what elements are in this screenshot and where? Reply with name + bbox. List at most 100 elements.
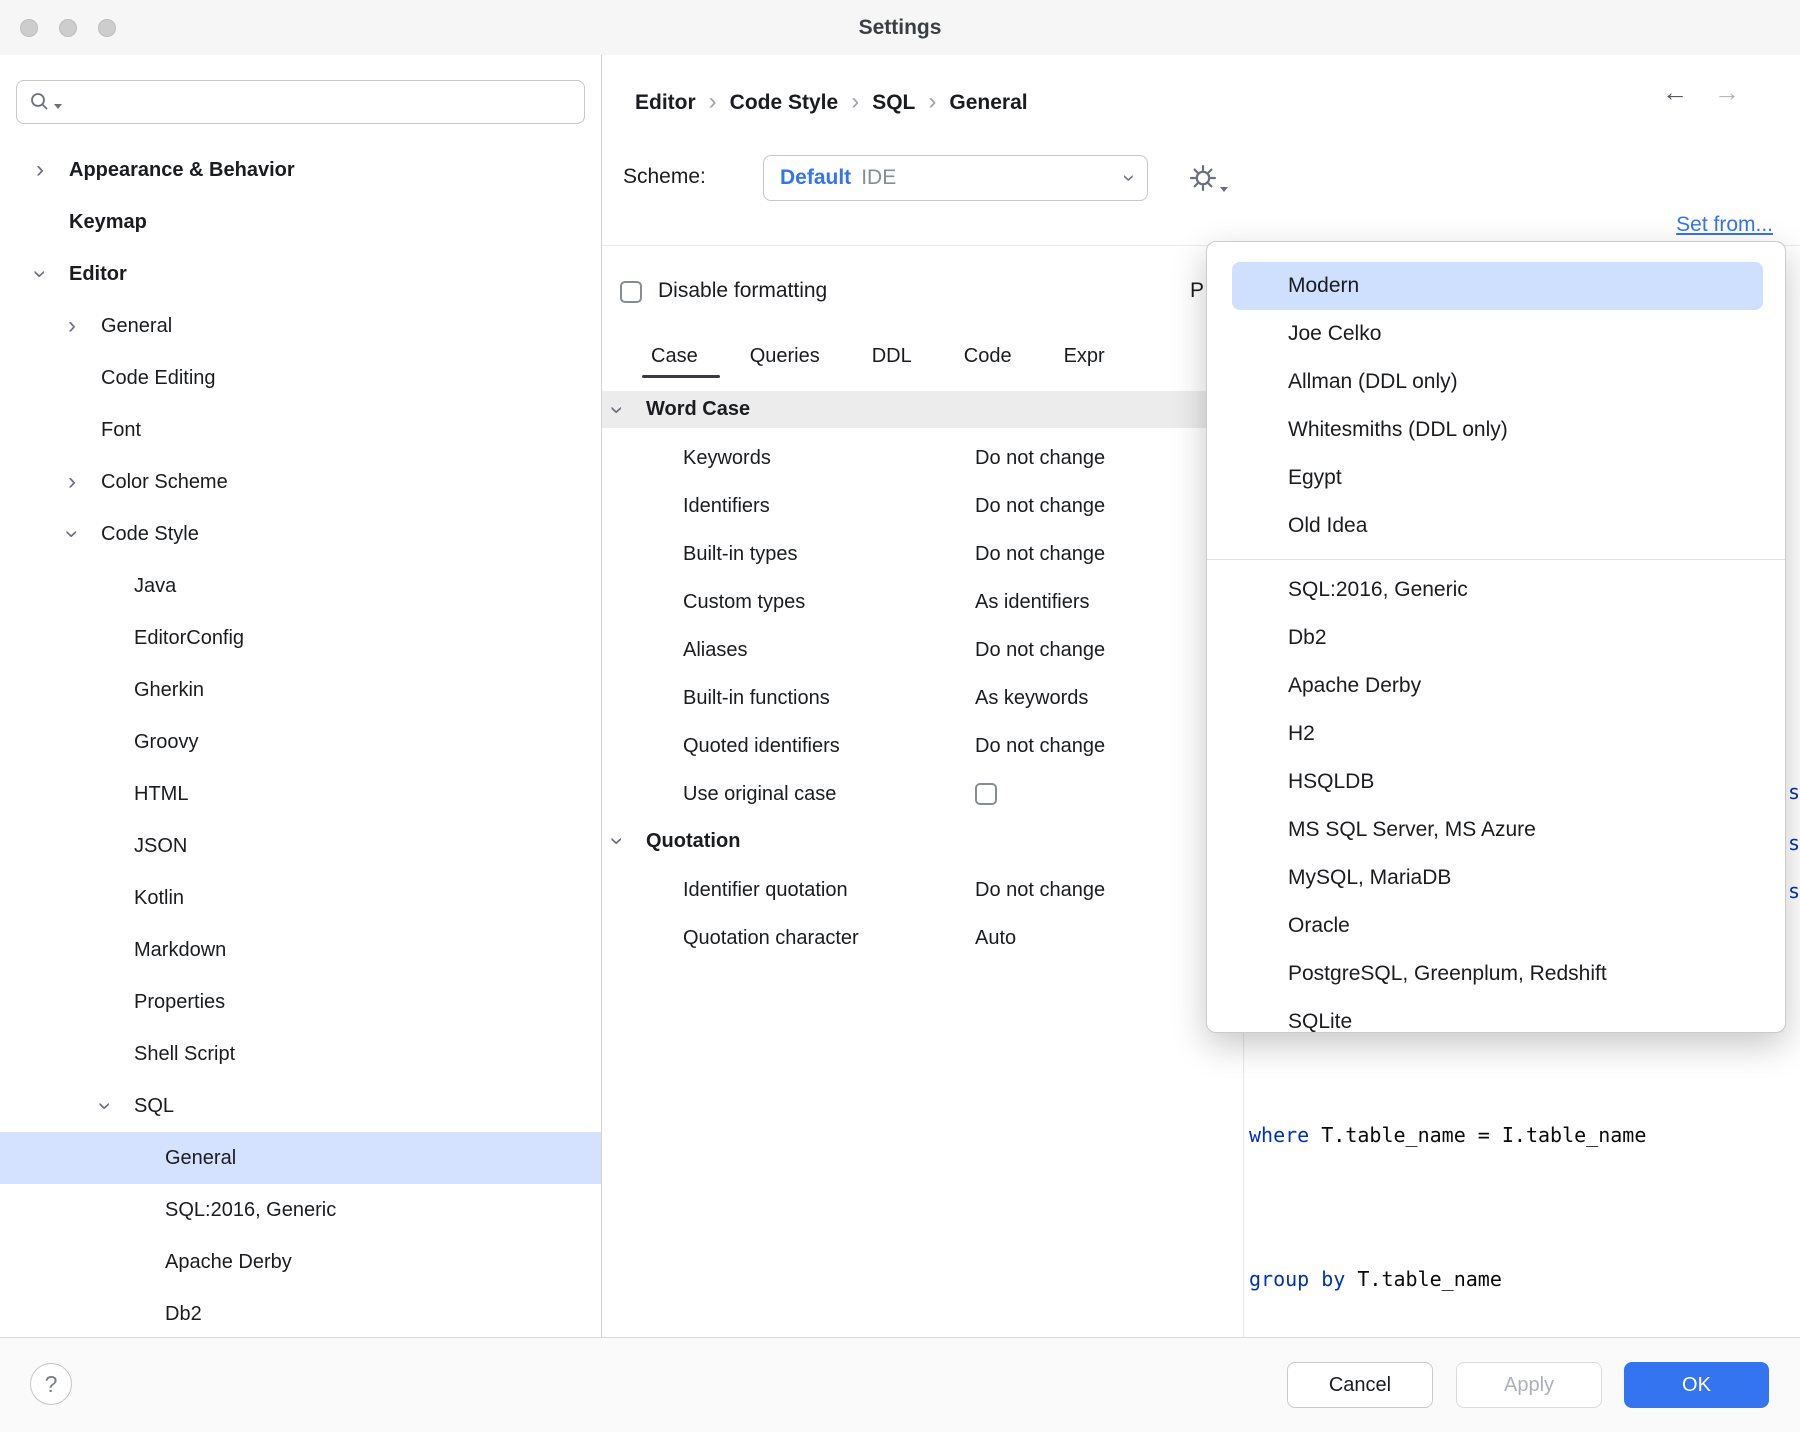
menu-item-h2[interactable]: H2 (1232, 710, 1763, 758)
sidebar-item-color-scheme[interactable]: › Color Scheme (0, 456, 601, 508)
sidebar-item-properties[interactable]: Properties (0, 976, 601, 1028)
sql-preview-code: where T.table_name = I.table_name group … (1249, 1015, 1646, 1337)
forward-arrow-icon[interactable]: → (1710, 77, 1744, 108)
chevron-right-icon[interactable]: › (68, 314, 101, 338)
sidebar-item-html[interactable]: HTML (0, 768, 601, 820)
search-history-arrow-icon[interactable] (54, 104, 62, 109)
sidebar-item-gherkin[interactable]: Gherkin (0, 664, 601, 716)
word-case-section-header[interactable]: › Word Case (602, 391, 1243, 428)
menu-item-modern[interactable]: Modern (1232, 262, 1763, 310)
menu-item-db2[interactable]: Db2 (1232, 614, 1763, 662)
breadcrumb-item-sql[interactable]: SQL (872, 91, 915, 115)
menu-item-sql-2016-generic[interactable]: SQL:2016, Generic (1232, 566, 1763, 614)
menu-item-sqlite[interactable]: SQLite (1232, 998, 1763, 1033)
tab-code[interactable]: Code (964, 345, 1012, 368)
close-button[interactable] (20, 19, 38, 37)
sidebar-item-label: SQL (134, 1095, 174, 1118)
setting-value-dropdown[interactable]: Auto (975, 927, 1016, 950)
sidebar-item-code-editing[interactable]: Code Editing (0, 352, 601, 404)
setting-value-dropdown[interactable]: Do not change (975, 639, 1105, 662)
setting-label: Built-in types (683, 543, 975, 566)
sidebar-item-editor[interactable]: › Editor (0, 248, 601, 300)
sidebar-item-kotlin[interactable]: Kotlin (0, 872, 601, 924)
menu-item-hsqldb[interactable]: HSQLDB (1232, 758, 1763, 806)
tab-expression[interactable]: Expr (1064, 345, 1105, 368)
back-arrow-icon[interactable]: ← (1658, 77, 1692, 108)
menu-item-old-idea[interactable]: Old Idea (1232, 502, 1763, 550)
sidebar-item-groovy[interactable]: Groovy (0, 716, 601, 768)
gear-icon[interactable] (1188, 163, 1218, 193)
sidebar-item-markdown[interactable]: Markdown (0, 924, 601, 976)
sidebar-item-sql-general[interactable]: General (0, 1132, 601, 1184)
menu-item-postgresql[interactable]: PostgreSQL, Greenplum, Redshift (1232, 950, 1763, 998)
setting-value-dropdown[interactable]: As identifiers (975, 591, 1090, 614)
sidebar-item-font[interactable]: Font (0, 404, 601, 456)
setting-row-custom-types: Custom types As identifiers (602, 578, 1243, 626)
settings-sidebar: › Appearance & Behavior Keymap › Editor … (0, 55, 602, 1337)
menu-item-joe-celko[interactable]: Joe Celko (1232, 310, 1763, 358)
setting-value-dropdown[interactable]: Do not change (975, 879, 1105, 902)
chevron-right-icon[interactable]: › (36, 158, 69, 182)
minimize-button[interactable] (59, 19, 77, 37)
scheme-select[interactable]: Default IDE › (763, 155, 1148, 201)
chevron-down-icon[interactable]: › (101, 1094, 134, 1118)
setting-value-dropdown[interactable]: As keywords (975, 687, 1088, 710)
sidebar-item-label: Editor (69, 263, 127, 286)
gear-dropdown-arrow-icon (1220, 187, 1228, 192)
sidebar-item-editorconfig[interactable]: EditorConfig (0, 612, 601, 664)
setting-row-identifiers: Identifiers Do not change (602, 482, 1243, 530)
set-from-link[interactable]: Set from... (1676, 213, 1773, 237)
sidebar-item-editor-general[interactable]: › General (0, 300, 601, 352)
sidebar-item-keymap[interactable]: Keymap (0, 196, 601, 248)
setting-label: Keywords (683, 447, 975, 470)
disable-formatting-label[interactable]: Disable formatting (658, 279, 827, 303)
menu-item-whitesmiths[interactable]: Whitesmiths (DDL only) (1232, 406, 1763, 454)
sidebar-item-label: JSON (134, 835, 187, 858)
breadcrumb-item-general[interactable]: General (949, 91, 1027, 115)
chevron-right-icon[interactable]: › (68, 470, 101, 494)
menu-item-egypt[interactable]: Egypt (1232, 454, 1763, 502)
tab-case[interactable]: Case (651, 345, 698, 368)
menu-item-oracle[interactable]: Oracle (1232, 902, 1763, 950)
sidebar-item-db2[interactable]: Db2 (0, 1288, 601, 1337)
quotation-section-header[interactable]: › Quotation (602, 818, 1243, 864)
sidebar-item-code-style[interactable]: › Code Style (0, 508, 601, 560)
menu-item-allman[interactable]: Allman (DDL only) (1232, 358, 1763, 406)
setting-value-dropdown[interactable]: Do not change (975, 495, 1105, 518)
sidebar-item-apache-derby[interactable]: Apache Derby (0, 1236, 601, 1288)
disable-formatting-checkbox[interactable] (620, 281, 642, 303)
sidebar-item-java[interactable]: Java (0, 560, 601, 612)
setting-value-dropdown[interactable]: Do not change (975, 543, 1105, 566)
setting-label: Built-in functions (683, 687, 975, 710)
menu-item-ms-sql-server[interactable]: MS SQL Server, MS Azure (1232, 806, 1763, 854)
preview-code-fragment: s (1788, 780, 1800, 804)
sidebar-item-sql[interactable]: › SQL (0, 1080, 601, 1132)
setting-value-dropdown[interactable]: Do not change (975, 735, 1105, 758)
chevron-down-icon[interactable]: › (36, 262, 69, 286)
sidebar-item-appearance-behavior[interactable]: › Appearance & Behavior (0, 144, 601, 196)
chevron-down-icon[interactable]: › (68, 522, 101, 546)
setting-label: Quotation character (683, 927, 975, 950)
cancel-button[interactable]: Cancel (1287, 1362, 1433, 1408)
sidebar-item-shell-script[interactable]: Shell Script (0, 1028, 601, 1080)
menu-item-apache-derby[interactable]: Apache Derby (1232, 662, 1763, 710)
sidebar-item-label: Font (101, 419, 141, 442)
apply-button[interactable]: Apply (1456, 1362, 1602, 1408)
menu-item-mysql-mariadb[interactable]: MySQL, MariaDB (1232, 854, 1763, 902)
breadcrumb-item-editor[interactable]: Editor (635, 91, 696, 115)
search-input[interactable] (65, 81, 584, 123)
zoom-button[interactable] (98, 19, 116, 37)
help-button[interactable]: ? (30, 1363, 72, 1405)
search-field[interactable] (16, 80, 585, 124)
use-original-case-checkbox[interactable] (975, 783, 997, 805)
breadcrumb-item-code-style[interactable]: Code Style (730, 91, 839, 115)
tab-queries[interactable]: Queries (750, 345, 820, 368)
setting-value-dropdown[interactable]: Do not change (975, 447, 1105, 470)
tab-ddl[interactable]: DDL (872, 345, 912, 368)
sidebar-item-json[interactable]: JSON (0, 820, 601, 872)
chevron-down-icon[interactable]: › (613, 398, 646, 422)
chevron-down-icon[interactable]: › (613, 829, 646, 853)
ok-button[interactable]: OK (1624, 1362, 1769, 1408)
sidebar-item-sql-2016-generic[interactable]: SQL:2016, Generic (0, 1184, 601, 1236)
scheme-label: Scheme: (623, 165, 706, 189)
